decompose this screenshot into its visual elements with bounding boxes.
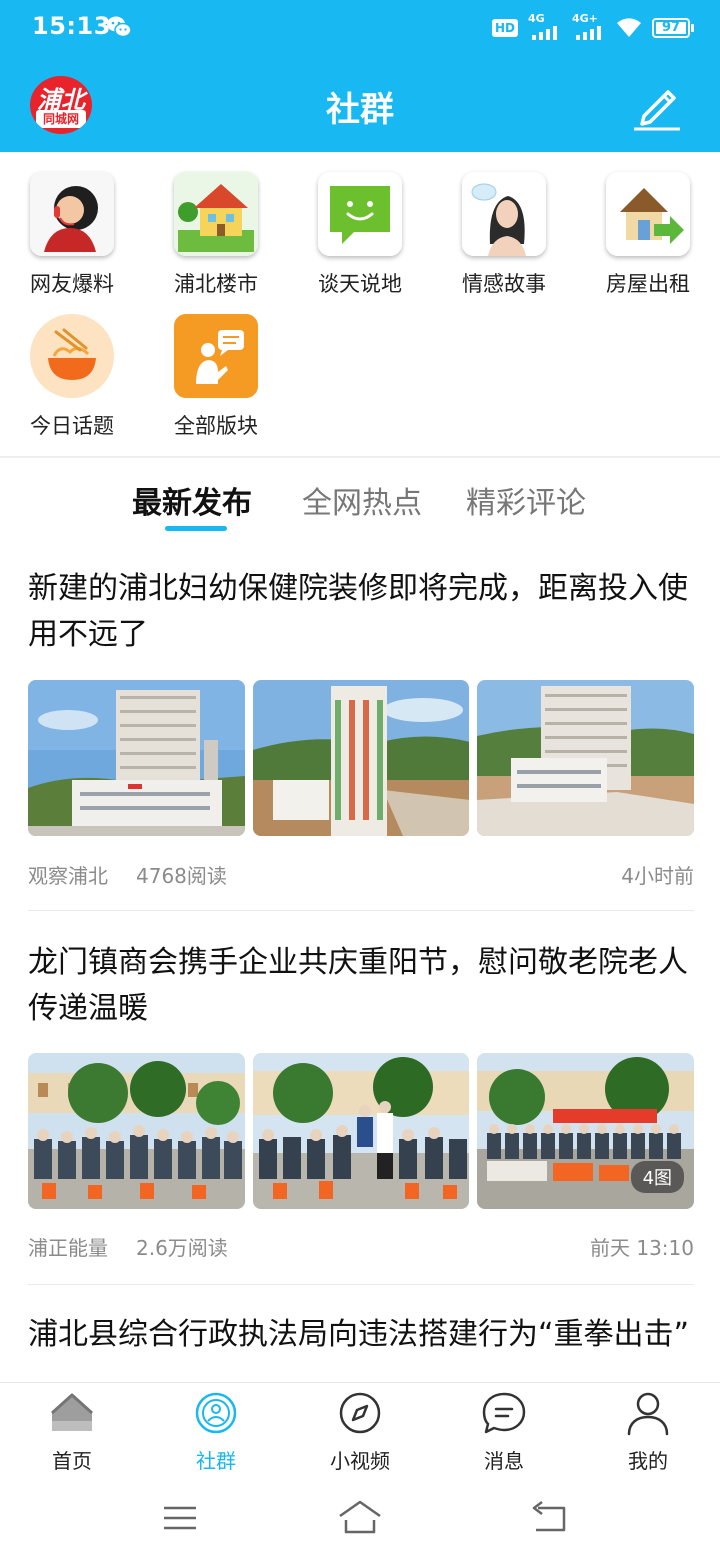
article-divider (28, 1284, 694, 1285)
category-label: 网友爆料 (30, 272, 114, 296)
nav-messages-label: 消息 (484, 1449, 524, 1473)
page-title: 社群 (326, 90, 394, 130)
tab-latest[interactable]: 最新发布 (132, 478, 252, 522)
back-icon[interactable] (524, 1498, 572, 1538)
home-button-icon[interactable] (336, 1498, 384, 1538)
article-title[interactable]: 浦北县综合行政执法局向违法搭建行为“重拳出击” (28, 1312, 694, 1358)
category-item-tantian[interactable]: 谈天说地 (288, 172, 432, 298)
article-source[interactable]: 浦正能量 (28, 1232, 108, 1261)
app-bar: 浦北 同城网 社群 (0, 56, 720, 152)
article-time: 4小时前 (621, 864, 694, 888)
category-item-baoliao[interactable]: 网友爆料 (0, 172, 144, 298)
article-card[interactable]: 龙门镇商会携手企业共庆重阳节，慰问敬老院老人传递温暖 4图 浦正能量 2.6万阅… (28, 940, 695, 1270)
nav-community-label: 社群 (196, 1449, 236, 1473)
menu-icon[interactable] (156, 1498, 204, 1538)
compass-icon (339, 1392, 381, 1434)
article-image[interactable] (28, 680, 245, 836)
top-bar: 15:13 HD 4G 4G+ 97 浦北 同城网 社群 (0, 0, 720, 152)
headset-person-icon (30, 172, 114, 256)
feed-tabs: 最新发布 全网热点 精彩评论 (0, 470, 720, 540)
chat-smile-icon (318, 172, 402, 256)
article-image[interactable] (252, 680, 470, 836)
article-reads: 2.6万阅读 (136, 1236, 228, 1260)
nav-messages[interactable]: 消息 (444, 1389, 564, 1474)
bottom-nav: 首页 社群 小视频 消息 我的 (0, 1382, 720, 1480)
status-bar: 15:13 HD 4G 4G+ 97 (0, 0, 720, 56)
article-source[interactable]: 观察浦北 (28, 860, 108, 889)
article-title[interactable]: 新建的浦北妇幼保健院装修即将完成，距离投入使用不远了 (28, 566, 694, 658)
category-label: 浦北楼市 (174, 272, 258, 296)
signal-icon-1: 4G (528, 12, 562, 40)
girl-portrait-icon (462, 172, 546, 256)
article-images: 4图 (28, 1053, 695, 1209)
category-item-chuzu[interactable]: 房屋出租 (576, 172, 720, 298)
category-item-loushi[interactable]: 浦北楼市 (144, 172, 288, 298)
community-icon (195, 1392, 237, 1434)
nav-community[interactable]: 社群 (156, 1389, 276, 1474)
edit-post-icon[interactable] (630, 78, 684, 132)
category-item-quanbu[interactable]: 全部版块 (144, 314, 288, 440)
nav-me[interactable]: 我的 (588, 1389, 708, 1474)
article-reads: 4768阅读 (136, 864, 227, 888)
home-icon (50, 1393, 94, 1431)
person-icon (627, 1392, 669, 1436)
article-time: 前天 13:10 (590, 1236, 694, 1260)
category-item-huati[interactable]: 今日话题 (0, 314, 144, 440)
noodle-bowl-icon (30, 314, 114, 398)
hd-icon: HD (491, 19, 518, 37)
article-image[interactable] (28, 1053, 245, 1209)
article-title[interactable]: 龙门镇商会携手企业共庆重阳节，慰问敬老院老人传递温暖 (28, 940, 694, 1032)
house-arrow-icon (606, 172, 690, 256)
nav-short-video[interactable]: 小视频 (300, 1389, 420, 1474)
nav-home-label: 首页 (52, 1449, 92, 1473)
nav-short-video-label: 小视频 (330, 1449, 390, 1473)
message-icon (482, 1392, 526, 1434)
article-image[interactable] (252, 1053, 470, 1209)
category-item-qinggan[interactable]: 情感故事 (432, 172, 576, 298)
speaker-person-icon (174, 314, 258, 398)
status-time: 15:13 (32, 12, 111, 40)
status-icons: HD 4G 4G+ 97 (491, 12, 694, 42)
category-label: 谈天说地 (318, 272, 402, 296)
wifi-icon (617, 18, 641, 37)
category-label: 情感故事 (462, 272, 546, 296)
nav-home[interactable]: 首页 (12, 1389, 132, 1474)
tab-indicator (165, 526, 227, 531)
system-nav-bar (0, 1480, 720, 1560)
category-label: 今日话题 (30, 414, 114, 438)
category-grid: 网友爆料 浦北楼市 谈天说地 情感故事 房屋出租 今日话题 全部版块 (0, 152, 720, 452)
tab-comments[interactable]: 精彩评论 (466, 478, 586, 522)
battery-icon: 97 (652, 18, 694, 38)
image-count-badge: 4图 (630, 1161, 685, 1193)
section-divider (0, 456, 720, 458)
category-label: 房屋出租 (606, 272, 690, 296)
article-card[interactable]: 浦北县综合行政执法局向违法搭建行为“重拳出击” (28, 1312, 694, 1382)
article-divider (28, 910, 694, 911)
article-images (28, 680, 695, 836)
nav-me-label: 我的 (628, 1449, 668, 1473)
signal-icon-2: 4G+ (572, 12, 606, 40)
article-image[interactable] (477, 680, 695, 836)
category-label: 全部版块 (174, 414, 258, 438)
article-image[interactable]: 4图 (477, 1053, 695, 1209)
house-icon (174, 172, 258, 256)
article-card[interactable]: 新建的浦北妇幼保健院装修即将完成，距离投入使用不远了 观察浦北 4768阅读 4… (28, 566, 695, 896)
wechat-icon (107, 16, 132, 38)
tab-hot[interactable]: 全网热点 (302, 478, 422, 522)
